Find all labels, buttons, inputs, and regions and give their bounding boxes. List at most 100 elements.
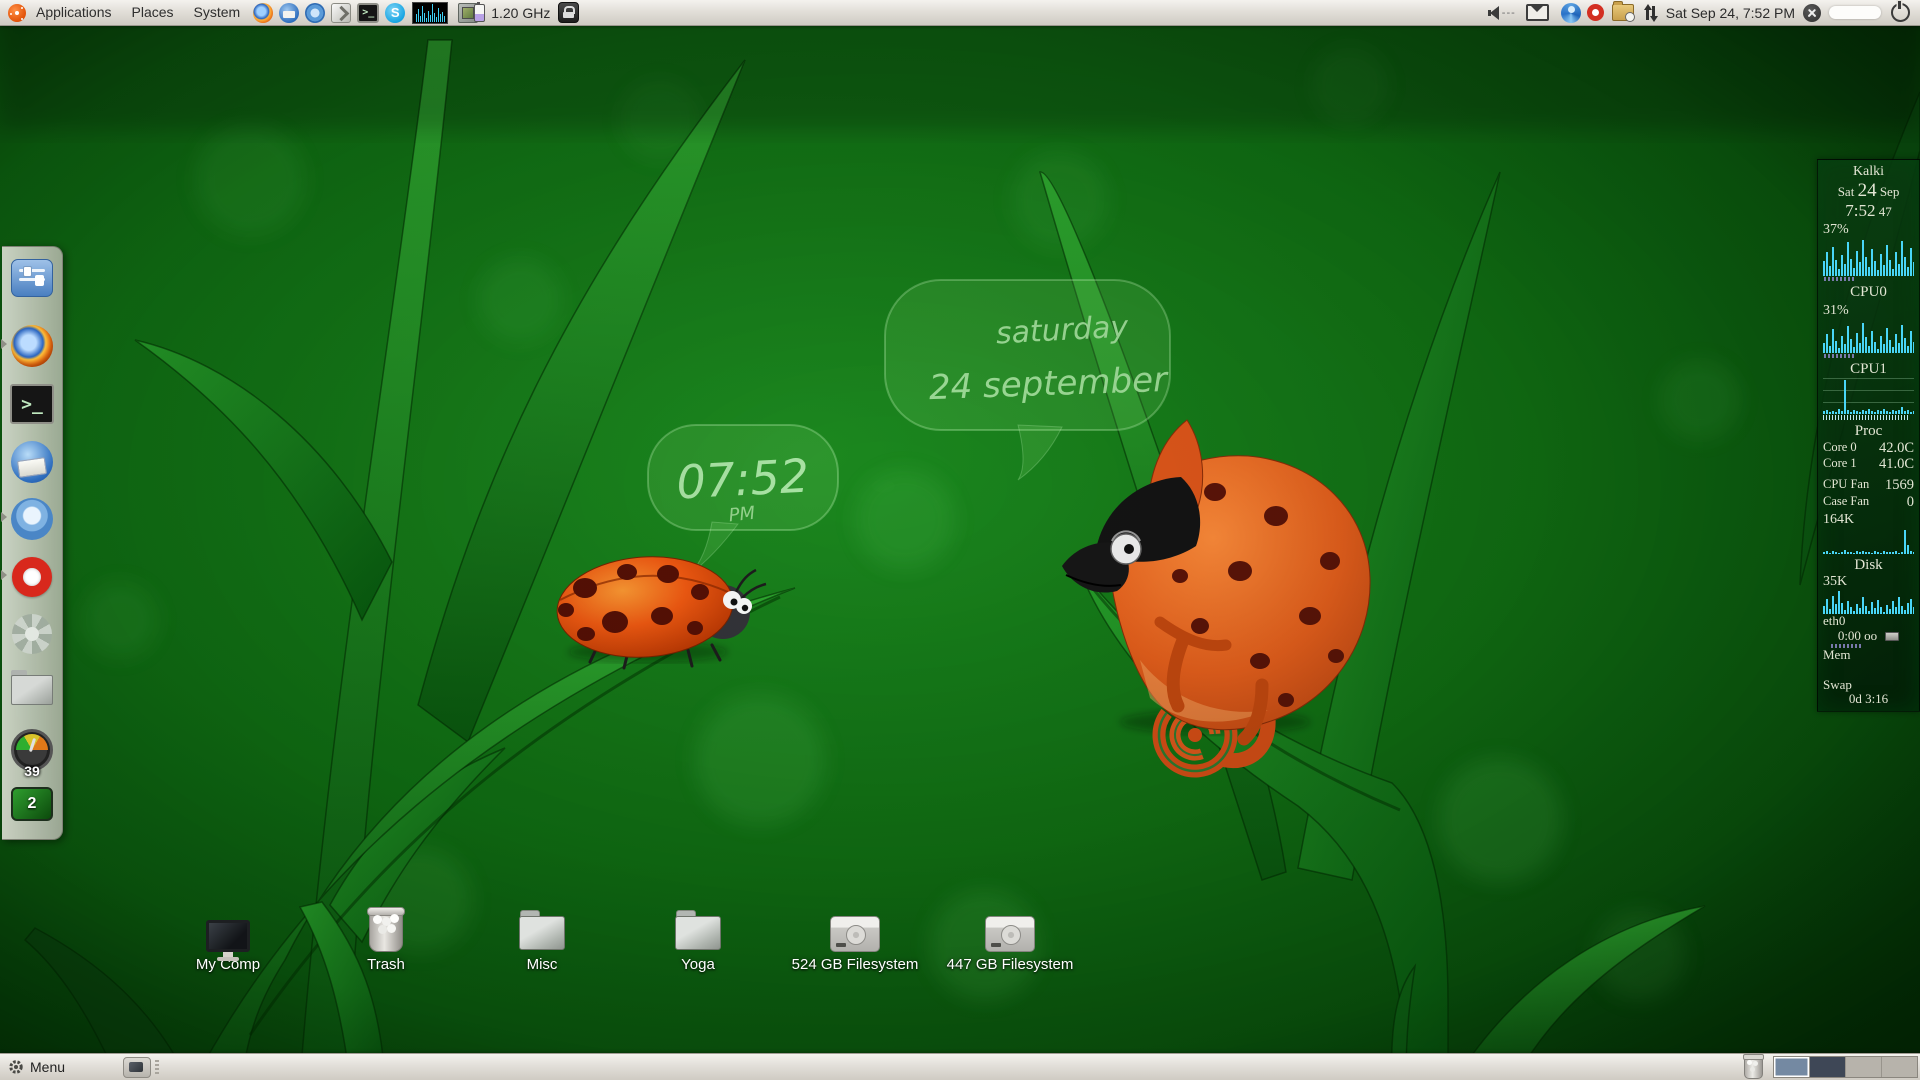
dock-terminal-item[interactable]: >_ bbox=[9, 381, 55, 427]
desktop-icon-trash[interactable]: Trash bbox=[316, 906, 456, 973]
mem-header: Mem bbox=[1823, 648, 1914, 663]
running-indicator bbox=[1, 570, 7, 580]
conky-date: Sat 24 Sep bbox=[1823, 180, 1914, 201]
eth0-label: eth0 bbox=[1823, 614, 1914, 629]
icon-label: 447 GB Filesystem bbox=[940, 956, 1080, 973]
hostname: Kalki bbox=[1823, 164, 1914, 180]
icon-label: Trash bbox=[316, 956, 456, 973]
running-indicator bbox=[1, 339, 7, 349]
desktop-icon-yoga[interactable]: Yoga bbox=[628, 906, 768, 973]
cpufan-row: CPU Fan1569 bbox=[1823, 477, 1914, 493]
cpu1-percent: 31% bbox=[1823, 303, 1914, 319]
trash-applet-icon[interactable] bbox=[1744, 1056, 1763, 1079]
workspace-thumbnail: 2 bbox=[11, 787, 53, 821]
mini-battery-icon bbox=[1885, 632, 1899, 641]
desktop-icon-my-comp[interactable]: My Comp bbox=[158, 906, 298, 973]
hard-drive-icon bbox=[830, 916, 880, 952]
system-monitor-applet[interactable] bbox=[412, 2, 448, 24]
lock-screen-icon[interactable] bbox=[558, 2, 579, 23]
volume-muted-icon[interactable] bbox=[1488, 6, 1500, 20]
swirl-tray-icon[interactable] bbox=[1561, 3, 1581, 23]
workspace-2[interactable] bbox=[1809, 1057, 1845, 1077]
chromium-launcher-icon[interactable] bbox=[305, 3, 325, 23]
sensor-value-badge: 39 bbox=[24, 763, 40, 779]
network-updown-icon[interactable] bbox=[1644, 4, 1658, 22]
gear-icon bbox=[8, 1059, 24, 1075]
dock-settings-item[interactable] bbox=[9, 255, 55, 301]
workspace-1[interactable] bbox=[1774, 1057, 1809, 1077]
battery-icon bbox=[474, 4, 485, 22]
terminal-icon: >_ bbox=[10, 384, 54, 424]
folder-icon bbox=[11, 675, 53, 707]
tick-strip bbox=[1824, 354, 1856, 358]
panel-settings-icon bbox=[11, 259, 53, 297]
dock-media-item[interactable] bbox=[9, 611, 55, 657]
session-close-icon[interactable] bbox=[1803, 4, 1821, 22]
mail-indicator-icon[interactable] bbox=[1526, 4, 1549, 21]
workspace-switcher bbox=[1773, 1056, 1918, 1078]
cpu-frequency-applet[interactable]: 1.20 GHz bbox=[491, 5, 550, 21]
cpu0-percent: 37% bbox=[1823, 222, 1914, 238]
window-list-button[interactable] bbox=[123, 1057, 151, 1078]
thunderbird-icon bbox=[11, 441, 53, 483]
clock-applet[interactable]: Sat Sep 24, 7:52 PM bbox=[1666, 5, 1795, 21]
volume-level-dashes: --- bbox=[1502, 7, 1516, 19]
icon-label: Yoga bbox=[628, 956, 768, 973]
file-manager-tray-icon[interactable] bbox=[1612, 4, 1634, 21]
conky-system-monitor: Kalki Sat 24 Sep 7:52 47 37% CPU0 31% CP… bbox=[1817, 159, 1920, 712]
sync-launcher-icon[interactable] bbox=[331, 3, 351, 23]
cpu0-label: CPU0 bbox=[1823, 284, 1914, 301]
bottom-panel: Menu bbox=[0, 1053, 1920, 1080]
workspace-4[interactable] bbox=[1881, 1057, 1917, 1077]
dock-chromium-item[interactable] bbox=[9, 496, 55, 542]
trash-icon bbox=[369, 910, 403, 952]
disk-header: Disk bbox=[1823, 557, 1914, 574]
folder-icon bbox=[675, 916, 721, 952]
net-up-value: 164K bbox=[1823, 512, 1914, 528]
folder-icon bbox=[519, 916, 565, 952]
baseline-ticks bbox=[1823, 415, 1909, 420]
dot-strip bbox=[1831, 644, 1863, 648]
dock-workspace-item[interactable]: 2 bbox=[9, 781, 55, 827]
dock-sensor-item[interactable]: 39 bbox=[9, 727, 55, 773]
firefox-launcher-icon[interactable] bbox=[253, 3, 273, 23]
disk-graph bbox=[1823, 589, 1914, 614]
hard-drive-icon bbox=[985, 916, 1035, 952]
menu-applications[interactable]: Applications bbox=[26, 0, 122, 25]
cpu1-history-graph bbox=[1823, 378, 1914, 414]
power-icon[interactable] bbox=[1891, 3, 1910, 22]
workspace-3[interactable] bbox=[1845, 1057, 1881, 1077]
username-pill bbox=[1829, 6, 1881, 19]
applet-handle[interactable] bbox=[155, 1060, 159, 1074]
thunderbird-launcher-icon[interactable] bbox=[279, 3, 299, 23]
casefan-row: Case Fan0 bbox=[1823, 494, 1914, 510]
running-indicator bbox=[1, 512, 7, 522]
desktop-icon-524gb[interactable]: 524 GB Filesystem bbox=[785, 906, 925, 973]
icon-label: Misc bbox=[472, 956, 612, 973]
skype-launcher-icon[interactable]: S bbox=[385, 3, 405, 23]
cpu1-label: CPU1 bbox=[1823, 361, 1914, 378]
eth0-value: 0:00 oo bbox=[1823, 629, 1914, 644]
proc-header: Proc bbox=[1823, 423, 1914, 440]
menu-places[interactable]: Places bbox=[122, 0, 184, 25]
icon-label: 524 GB Filesystem bbox=[785, 956, 925, 973]
desktop-icon-misc[interactable]: Misc bbox=[472, 906, 612, 973]
menu-button[interactable]: Menu bbox=[30, 1059, 65, 1075]
opera-tray-icon[interactable] bbox=[1587, 4, 1604, 21]
terminal-launcher-icon[interactable]: >_ bbox=[357, 3, 379, 23]
dock-thunderbird-item[interactable] bbox=[9, 439, 55, 485]
uptime-value: 0d 3:16 bbox=[1823, 692, 1914, 707]
desktop-icon-447gb[interactable]: 447 GB Filesystem bbox=[940, 906, 1080, 973]
distro-logo-icon[interactable] bbox=[8, 4, 26, 22]
pinwheel-icon bbox=[12, 614, 52, 654]
core0-row: Core 042.0C bbox=[1823, 440, 1914, 456]
top-panel: Applications Places System >_ S 1.20 GHz… bbox=[0, 0, 1920, 26]
cpu1-graph bbox=[1823, 318, 1914, 353]
swap-header: Swap bbox=[1823, 678, 1914, 693]
dock-firefox-item[interactable] bbox=[9, 323, 55, 369]
dock-folder-item[interactable] bbox=[9, 668, 55, 714]
computer-icon bbox=[206, 920, 250, 952]
dock-opera-item[interactable] bbox=[9, 554, 55, 600]
dock: >_ 39 2 bbox=[2, 246, 63, 840]
menu-system[interactable]: System bbox=[184, 0, 251, 25]
